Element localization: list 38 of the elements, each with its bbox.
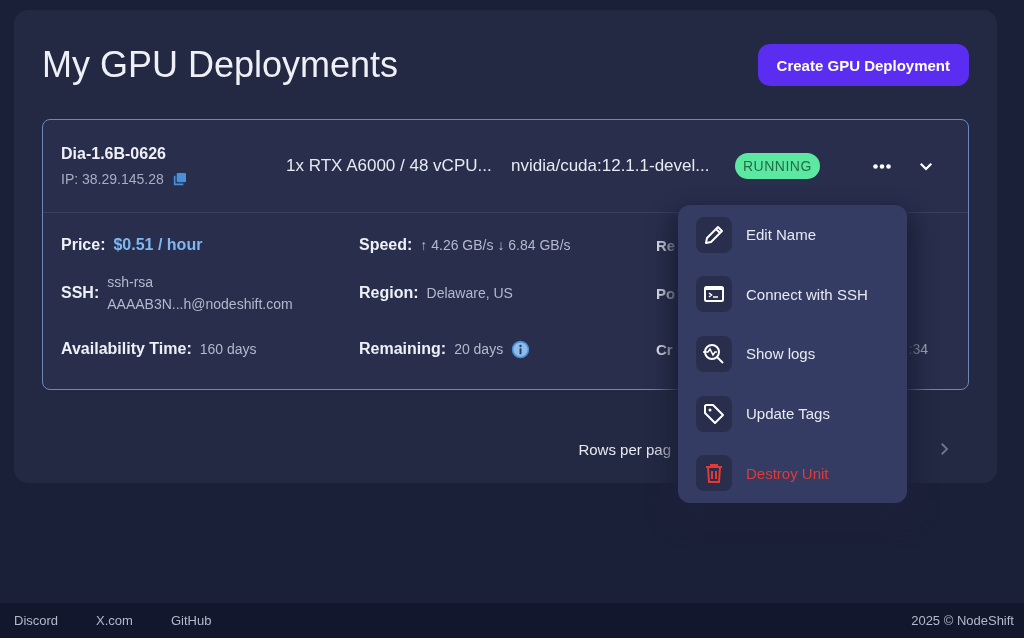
detail-value: ssh-rsa AAAAB3N...h@nodeshift.com [107,273,293,314]
detail-label: Remaining: [359,340,447,358]
menu-item[interactable]: Update Tags [678,383,907,444]
detail-label: Availability Time: [61,340,192,358]
tag-icon [702,401,726,426]
menu-item[interactable]: Edit Name [678,205,907,265]
detail-value: Delaware, US [426,285,513,301]
detail-value: $0.51 / hour [113,236,203,254]
detail-value: 160 days [199,341,257,357]
create-deployment-button[interactable]: Create GPU Deployment [757,44,969,86]
detail-label: Re [656,236,676,254]
copyright: 2025 © NodeShift [911,613,1014,628]
copy-icon[interactable] [171,171,188,187]
more-icon [872,163,891,169]
detail-label: Speed: [359,236,413,254]
detail-value: :34 [908,341,928,357]
footer-link[interactable]: Discord [14,613,59,628]
detail-label: Po [656,284,676,302]
ip-address: IP: 38.29.145.28 [61,171,164,187]
footer-link[interactable]: X.com [96,613,133,628]
image-name: nvidia/cuda:12.1.1-devel... [511,156,711,176]
footer-link[interactable]: GitHub [170,613,212,628]
detail-label: Cr [656,340,673,358]
detail-value: 20 days [454,341,504,357]
rows-per-page-label: Rows per pag [578,440,671,458]
page-title: My GPU Deployments [42,44,399,86]
detail-label: Region: [359,284,419,302]
detail-label: SSH: [61,284,100,302]
deployment-name: Dia-1.6B-0626 [61,145,167,163]
gpu-spec: 1x RTX A6000 / 48 vCPU... [286,156,493,176]
search-icon [702,342,726,366]
detail-label: Price: [61,236,106,254]
menu-item[interactable]: Connect with SSH [678,264,907,325]
status-badge: RUNNING [735,153,820,179]
more-button[interactable] [870,161,893,171]
detail-value: ↑ 4.26 GB/s ↓ 6.84 GB/s [420,237,571,253]
info-icon [511,339,531,359]
menu-item[interactable]: Show logs [678,324,907,384]
